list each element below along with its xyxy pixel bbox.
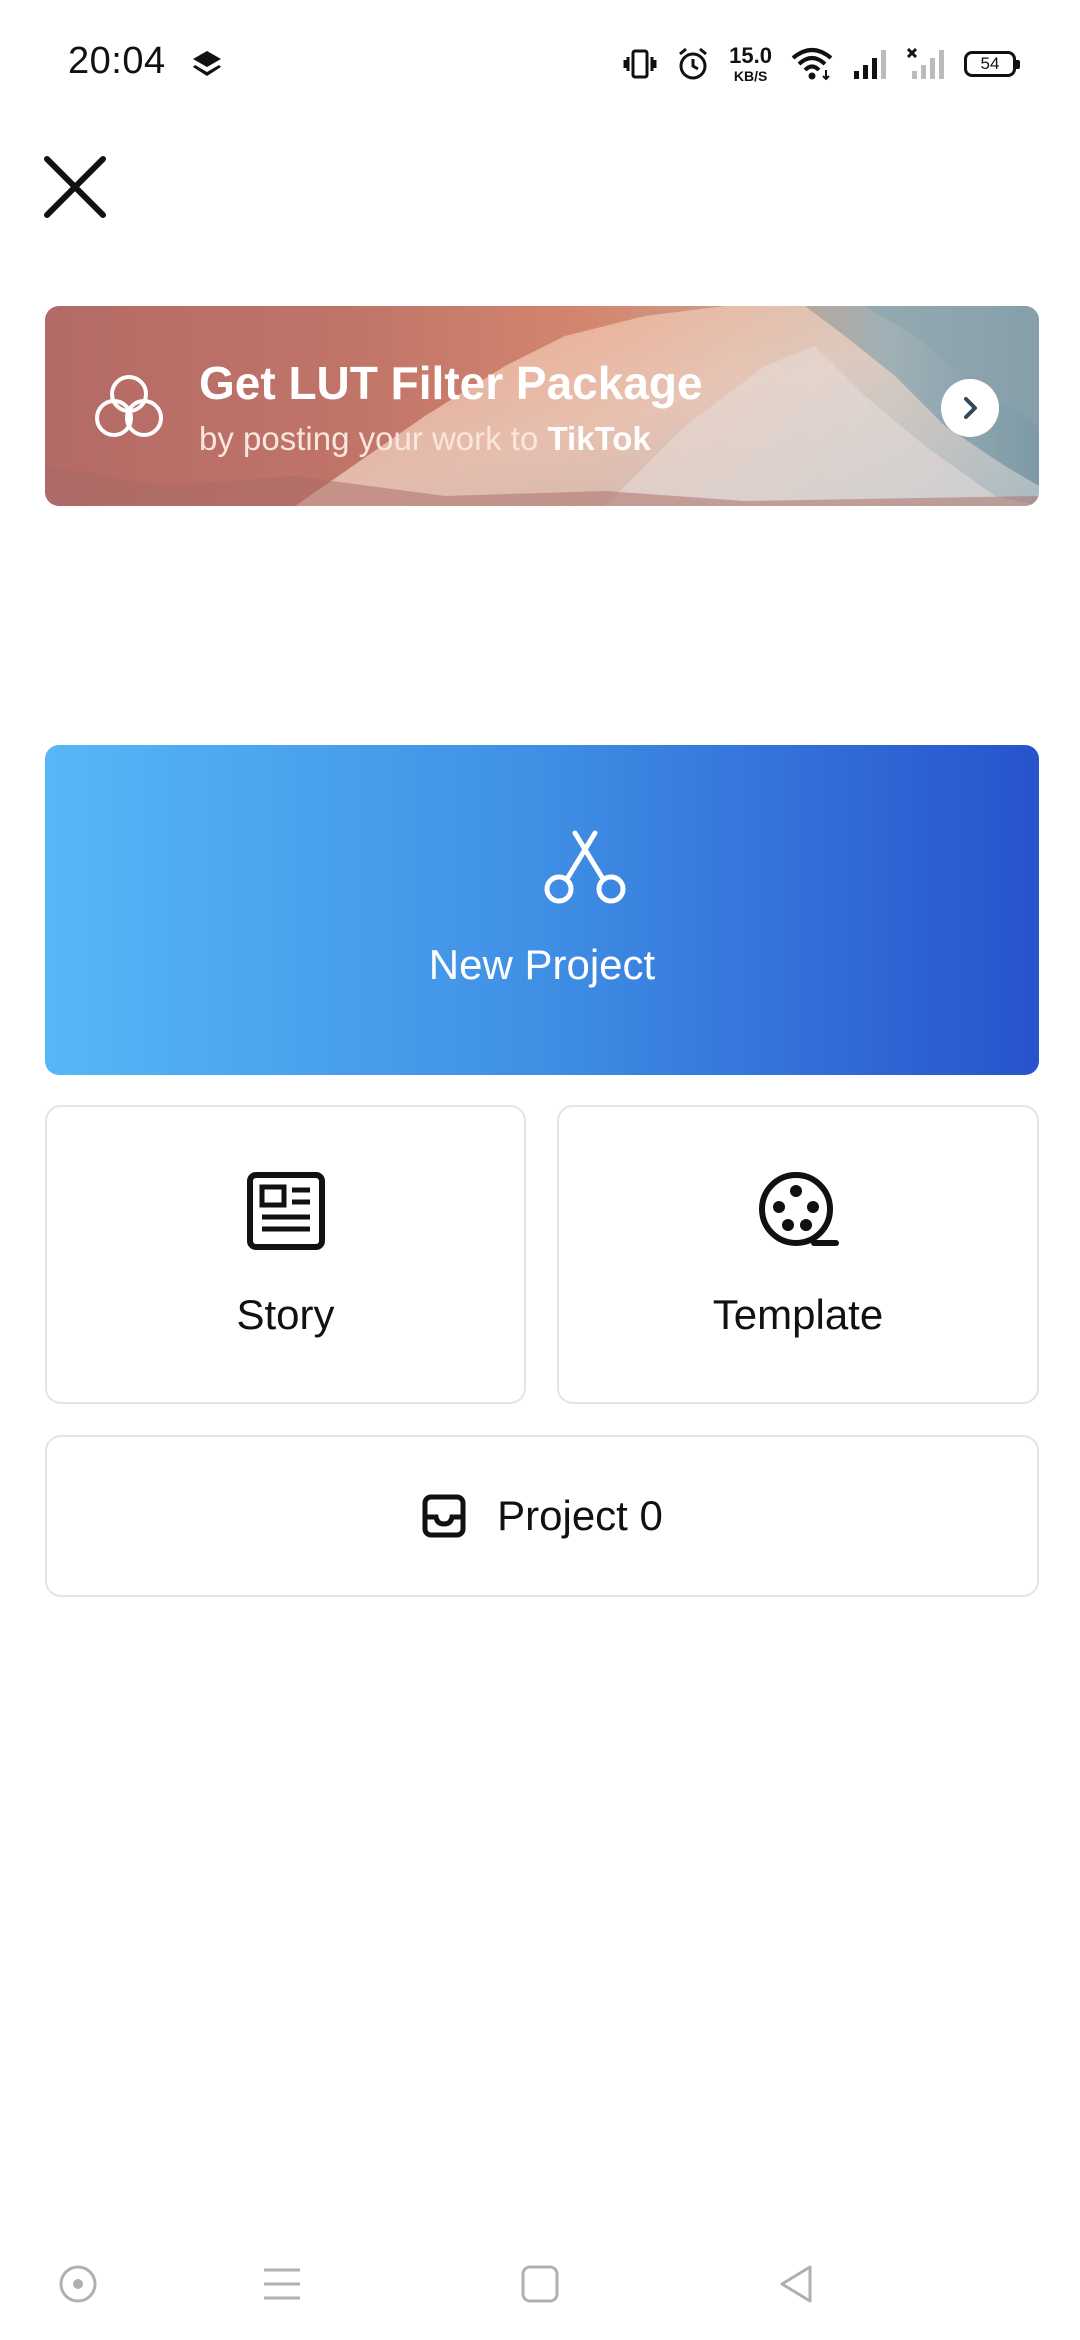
nav-assistant-button[interactable] [48, 2254, 108, 2314]
template-button[interactable]: Template [557, 1105, 1039, 1404]
scissors-icon [544, 830, 626, 904]
system-nav-bar [0, 2230, 1080, 2340]
projects-button[interactable]: Project 0 [45, 1435, 1039, 1597]
vibrate-icon [623, 49, 657, 79]
film-reel-icon [759, 1172, 839, 1246]
banner-arrow-button[interactable] [941, 379, 999, 437]
alarm-icon [679, 47, 708, 80]
assistant-icon [59, 2265, 97, 2303]
nav-home-button[interactable] [510, 2254, 570, 2314]
story-button[interactable]: Story [45, 1105, 526, 1404]
signal-icon [854, 50, 886, 79]
nav-back-button[interactable] [766, 2254, 826, 2314]
battery-level: 54 [980, 54, 1000, 73]
new-project-button[interactable]: New Project [45, 745, 1039, 1075]
banner-brand: TikTok [547, 420, 651, 457]
story-label: Story [236, 1291, 335, 1338]
chevron-right-icon [964, 397, 977, 419]
signal-no-sim-icon [906, 47, 944, 79]
back-icon [780, 2265, 812, 2303]
net-speed-value: 15.0 [729, 43, 772, 68]
net-speed-unit: KB/S [733, 68, 768, 84]
lut-filter-banner[interactable]: Get LUT Filter Package by posting your w… [45, 306, 1039, 506]
close-icon[interactable] [42, 154, 108, 220]
new-project-label: New Project [428, 941, 656, 988]
menu-icon [264, 2268, 300, 2300]
status-bar: 20:04 15.0 KB/S 54 [0, 0, 1080, 130]
banner-subtitle: by posting your work to TikTok [199, 420, 651, 458]
projects-label: Project 0 [497, 1492, 663, 1539]
three-circles-icon [95, 375, 163, 437]
status-time: 20:04 [68, 40, 166, 82]
stack-icon [193, 51, 221, 76]
nav-menu-button[interactable] [252, 2254, 312, 2314]
banner-subtitle-text: by posting your work to [199, 420, 548, 457]
net-speed: 15.0 KB/S [729, 43, 772, 84]
wifi-icon [791, 48, 833, 81]
home-icon [521, 2265, 559, 2303]
newspaper-icon [246, 1172, 325, 1250]
template-label: Template [712, 1291, 884, 1338]
inbox-icon [422, 1494, 466, 1538]
banner-title: Get LUT Filter Package [199, 357, 703, 409]
status-icons: 15.0 KB/S 54 [623, 43, 1020, 84]
battery-icon: 54 [964, 51, 1020, 77]
